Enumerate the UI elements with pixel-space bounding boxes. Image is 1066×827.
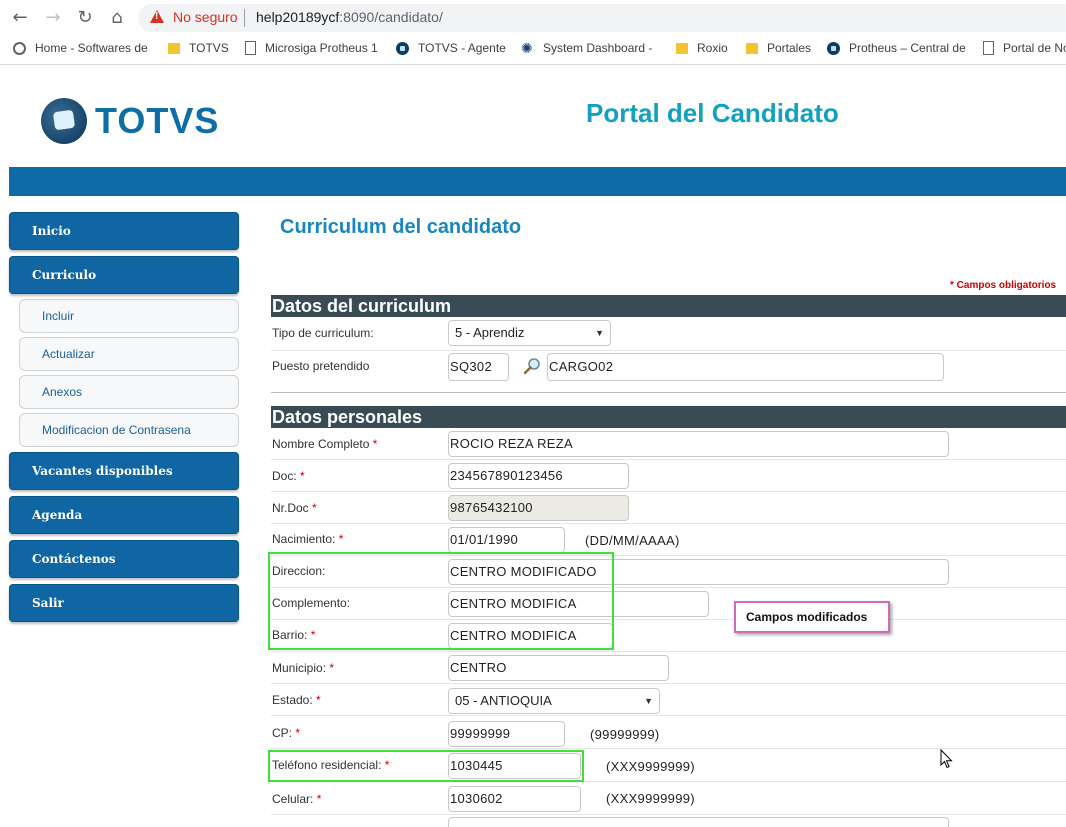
puesto-code-input[interactable]: SQ302 <box>448 353 509 381</box>
bookmark-label: TOTVS <box>189 41 229 55</box>
municipio-label: Municipio: * <box>272 661 335 675</box>
browser-toolbar: ← → ↻ ⌂ No seguro help20189ycf:8090/cand… <box>0 0 1066 36</box>
nrdoc-label: Nr.Doc * <box>272 501 317 515</box>
page-title: Curriculum del candidato <box>280 216 522 238</box>
dropdown-arrow-icon: ▼ <box>595 328 604 338</box>
celular-input[interactable]: 1030602 <box>448 786 581 812</box>
bookmark-item[interactable]: Portales <box>746 41 811 55</box>
estado-value: 05 - ANTIOQUIA <box>455 693 552 708</box>
celular-label: Celular: * <box>272 792 322 806</box>
back-arrow-icon[interactable]: ← <box>8 6 32 30</box>
totvs-logo-icon <box>41 98 87 144</box>
page-icon <box>245 41 256 55</box>
dashboard-icon: ✺ <box>521 39 533 56</box>
estado-select[interactable]: 05 - ANTIOQUIA ▼ <box>448 688 660 714</box>
folder-icon <box>746 42 758 54</box>
next-input[interactable] <box>448 817 949 827</box>
nacimiento-input[interactable]: 01/01/1990 <box>448 527 565 553</box>
bookmark-label: Protheus – Central de <box>849 41 966 55</box>
bookmark-item[interactable]: TOTVS - Agente <box>396 41 506 55</box>
bookmark-item[interactable]: Home - Softwares de <box>13 41 148 55</box>
bookmark-item[interactable]: Microsiga Protheus 1 <box>245 41 378 55</box>
tipo-label: Tipo de curriculum: <box>272 326 374 340</box>
sidebar-item-salir[interactable]: Salir <box>9 584 239 622</box>
bookmark-label: System Dashboard - <box>543 41 653 55</box>
bookmark-item[interactable]: Roxio <box>676 41 728 55</box>
form-row-tipo: Tipo de curriculum: <box>271 317 1066 351</box>
cp-format-hint: (99999999) <box>590 727 660 742</box>
totvs-icon <box>827 41 840 55</box>
header-band <box>9 167 1066 196</box>
sidebar-subitem-incluir[interactable]: Incluir <box>19 299 239 333</box>
tipo-curriculum-select[interactable]: 5 - Aprendiz ▼ <box>448 320 611 346</box>
globe-icon <box>13 41 26 55</box>
folder-icon <box>676 42 688 54</box>
sidebar-item-inicio[interactable]: Inicio <box>9 212 239 250</box>
modified-fields-highlight <box>268 552 614 650</box>
modified-fields-callout: Campos modificados <box>734 601 890 633</box>
telefono-format-hint: (XXX9999999) <box>606 759 695 774</box>
divider <box>271 392 1066 393</box>
section-personal-header: Datos personales <box>271 406 1066 428</box>
url-path: :8090/candidato/ <box>339 9 443 25</box>
folder-icon <box>168 42 180 54</box>
bookmark-item[interactable]: TOTVS <box>168 41 229 55</box>
warning-icon[interactable] <box>150 10 164 23</box>
logo-text: TOTVS <box>95 100 220 141</box>
bookmark-label: Roxio <box>697 41 728 55</box>
form-row-doc: Doc: * <box>271 460 1066 492</box>
sidebar-item-agenda[interactable]: Agenda <box>9 496 239 534</box>
bookmark-label: Portal de No <box>1003 41 1066 55</box>
search-icon[interactable] <box>523 357 541 375</box>
sidebar-subitem-contrasena[interactable]: Modificacion de Contrasena <box>19 413 239 447</box>
municipio-input[interactable]: CENTRO <box>448 655 669 681</box>
nrdoc-input: 98765432100 <box>448 495 629 521</box>
divider <box>244 9 245 27</box>
cp-input[interactable]: 99999999 <box>448 721 565 747</box>
forward-arrow-icon[interactable]: → <box>41 6 65 30</box>
url-host: help20189ycf <box>256 9 340 25</box>
bookmark-item[interactable]: Protheus – Central de <box>827 41 966 55</box>
sidebar-item-curriculo[interactable]: Curriculo <box>9 256 239 294</box>
modified-phone-highlight <box>268 750 584 782</box>
sidebar-subitem-anexos[interactable]: Anexos <box>19 375 239 409</box>
bookmark-item[interactable]: ✺ System Dashboard - <box>521 39 653 56</box>
puesto-label: Puesto pretendido <box>272 359 370 373</box>
home-icon[interactable]: ⌂ <box>105 6 129 30</box>
portal-title: Portal del Candidato <box>586 98 839 128</box>
nacimiento-format-hint: (DD/MM/AAAA) <box>585 533 680 548</box>
bookmark-label: Home - Softwares de <box>35 41 148 55</box>
bookmarks-bar: Home - Softwares de TOTVS Microsiga Prot… <box>0 36 1066 65</box>
bookmark-label: Portales <box>767 41 812 55</box>
puesto-name-input[interactable]: CARGO02 <box>547 353 944 381</box>
nombre-label: Nombre Completo * <box>272 437 378 451</box>
estado-label: Estado: * <box>272 693 321 707</box>
celular-format-hint: (XXX9999999) <box>606 791 695 806</box>
cp-label: CP: * <box>272 726 301 740</box>
sidebar-subitem-actualizar[interactable]: Actualizar <box>19 337 239 371</box>
totvs-icon <box>396 41 409 55</box>
url-text[interactable]: help20189ycf:8090/candidato/ <box>256 9 443 25</box>
required-note: * Campos obligatorios <box>950 280 1057 291</box>
page-icon <box>983 41 994 55</box>
bookmark-label: Microsiga Protheus 1 <box>265 41 378 55</box>
mouse-cursor-icon <box>940 749 953 769</box>
form-row-cp: CP: * <box>271 717 1066 749</box>
bookmark-item[interactable]: Portal de No <box>983 41 1066 55</box>
sidebar-item-vacantes[interactable]: Vacantes disponibles <box>9 452 239 490</box>
security-status[interactable]: No seguro <box>173 9 238 25</box>
reload-icon[interactable]: ↻ <box>73 6 97 30</box>
form-row-estado: Estado: * <box>271 684 1066 716</box>
sidebar-item-contactenos[interactable]: Contáctenos <box>9 540 239 578</box>
dropdown-arrow-icon: ▼ <box>644 696 653 706</box>
section-cv-header: Datos del curriculum <box>271 295 1066 317</box>
form-row-nrdoc: Nr.Doc * <box>271 492 1066 524</box>
tipo-value: 5 - Aprendiz <box>455 325 525 340</box>
nombre-input[interactable]: ROCIO REZA REZA <box>448 431 949 457</box>
bookmark-label: TOTVS - Agente <box>418 41 506 55</box>
nacimiento-label: Nacimiento: * <box>272 532 344 546</box>
doc-label: Doc: * <box>272 469 305 483</box>
doc-input[interactable]: 234567890123456 <box>448 463 629 489</box>
